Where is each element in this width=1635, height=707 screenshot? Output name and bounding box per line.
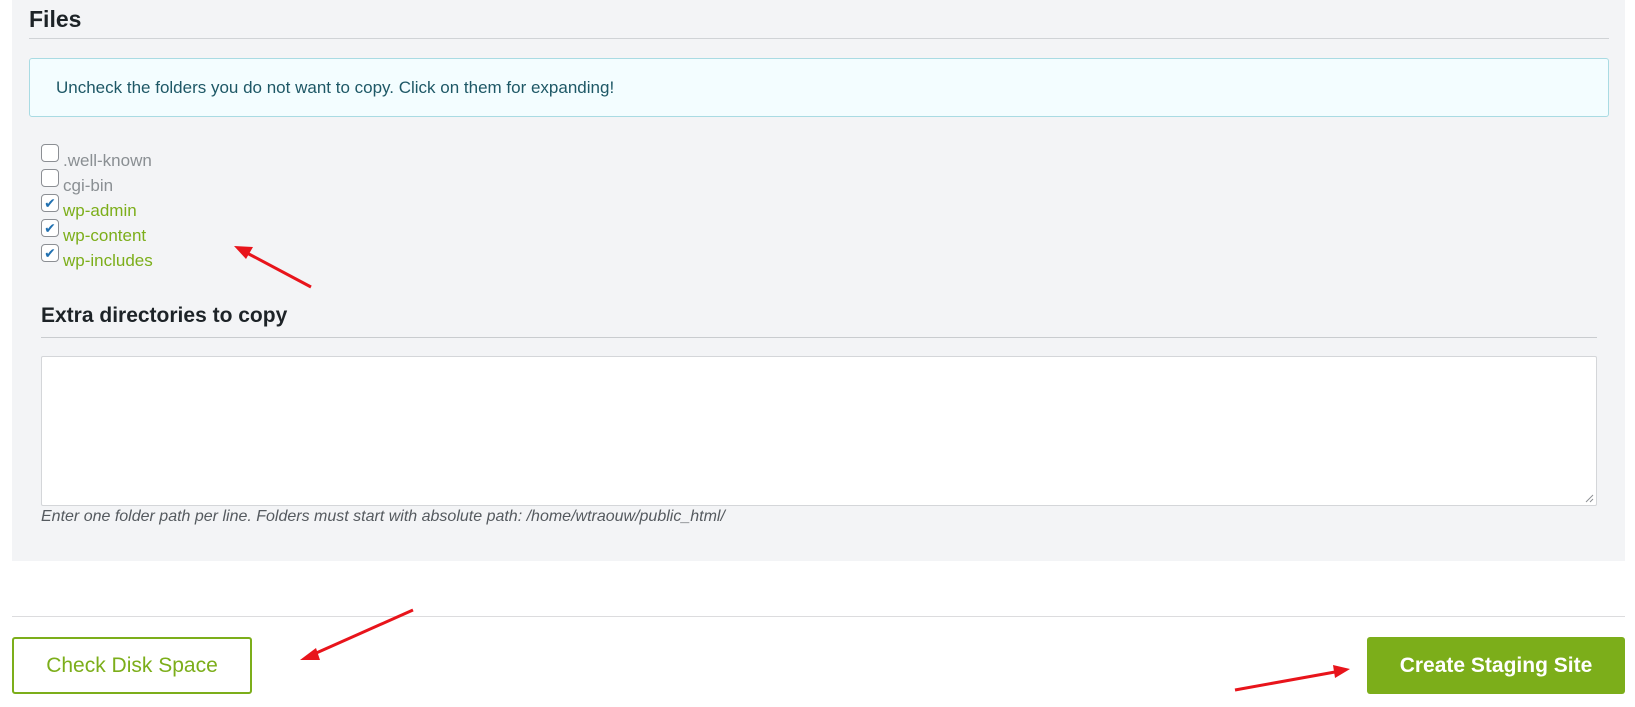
annotation-arrow-create-staging xyxy=(1234,665,1350,692)
folders-notice: Uncheck the folders you do not want to c… xyxy=(29,58,1609,117)
folder-row-wp-content: ✔ wp-content xyxy=(41,218,153,246)
extra-directories-textarea[interactable] xyxy=(41,356,1597,506)
resize-grip-icon[interactable] xyxy=(1584,493,1594,503)
folder-checkbox-wp-includes[interactable]: ✔ xyxy=(41,244,59,262)
folder-label-wp-includes[interactable]: wp-includes xyxy=(63,251,153,271)
files-section-title: Files xyxy=(29,6,82,32)
extra-directories-help: Enter one folder path per line. Folders … xyxy=(41,508,725,525)
check-disk-space-button[interactable]: Check Disk Space xyxy=(12,637,252,694)
folder-label-wp-admin[interactable]: wp-admin xyxy=(63,201,137,221)
folder-row-wp-admin: ✔ wp-admin xyxy=(41,193,153,221)
annotation-arrow-check-disk xyxy=(300,608,414,660)
folder-list: .well-known cgi-bin ✔ wp-admin ✔ wp-cont… xyxy=(41,143,153,271)
footer-divider xyxy=(12,616,1625,617)
folder-checkbox-well-known[interactable] xyxy=(41,144,59,162)
files-title-divider xyxy=(29,38,1609,39)
folder-label-well-known[interactable]: .well-known xyxy=(63,151,152,171)
extra-title-divider xyxy=(41,337,1597,338)
folder-checkbox-cgi-bin[interactable] xyxy=(41,169,59,187)
folder-row-cgi-bin: cgi-bin xyxy=(41,168,153,196)
create-staging-site-button[interactable]: Create Staging Site xyxy=(1367,637,1625,694)
folder-checkbox-wp-content[interactable]: ✔ xyxy=(41,219,59,237)
folder-row-wp-includes: ✔ wp-includes xyxy=(41,243,153,271)
folder-label-cgi-bin[interactable]: cgi-bin xyxy=(63,176,113,196)
folder-label-wp-content[interactable]: wp-content xyxy=(63,226,146,246)
folder-checkbox-wp-admin[interactable]: ✔ xyxy=(41,194,59,212)
extra-directories-title: Extra directories to copy xyxy=(41,304,288,327)
folder-row-well-known: .well-known xyxy=(41,143,153,171)
